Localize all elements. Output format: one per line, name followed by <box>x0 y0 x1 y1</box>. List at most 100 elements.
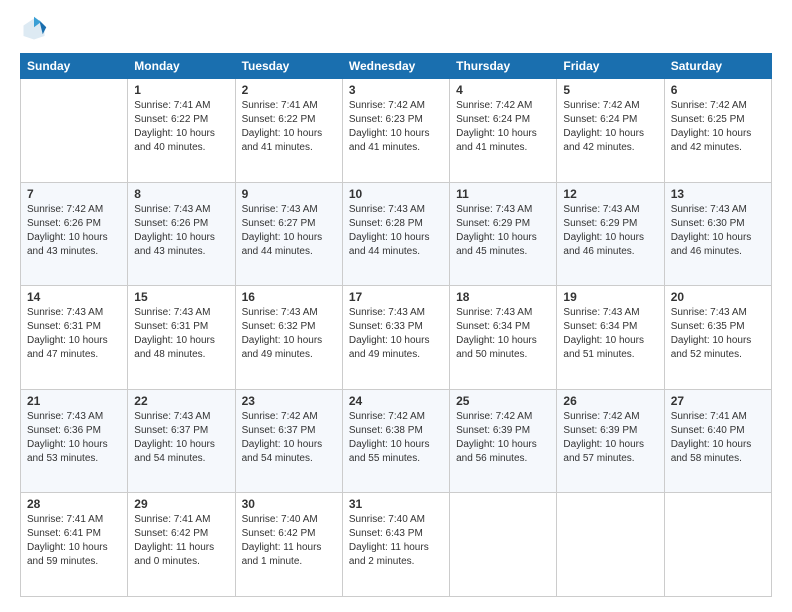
calendar-cell: 16 Sunrise: 7:43 AM Sunset: 6:32 PM Dayli… <box>235 286 342 390</box>
day-info: Sunrise: 7:42 AM Sunset: 6:39 PM Dayligh… <box>456 410 550 466</box>
day-info: Sunrise: 7:41 AM Sunset: 6:41 PM Dayligh… <box>27 513 121 569</box>
day-info: Sunrise: 7:41 AM Sunset: 6:22 PM Dayligh… <box>242 99 336 155</box>
day-info: Sunrise: 7:42 AM Sunset: 6:25 PM Dayligh… <box>671 99 765 155</box>
calendar-week-1: 1 Sunrise: 7:41 AM Sunset: 6:22 PM Daylig… <box>21 79 772 183</box>
calendar-cell: 24Sunrise: 7:42 AM Sunset: 6:38 PM Dayli… <box>342 389 449 493</box>
day-info: Sunrise: 7:42 AM Sunset: 6:24 PM Dayligh… <box>563 99 657 155</box>
day-number: 6 <box>671 83 765 97</box>
day-info: Sunrise: 7:43 AM Sunset: 6:29 PM Dayligh… <box>563 203 657 259</box>
day-info: Sunrise: 7:43 AM Sunset: 6:27 PM Dayligh… <box>242 203 336 259</box>
day-number: 7 <box>27 187 121 201</box>
day-number: 2 <box>242 83 336 97</box>
calendar-cell: 1 Sunrise: 7:41 AM Sunset: 6:22 PM Daylig… <box>128 79 235 183</box>
weekday-header-wednesday: Wednesday <box>342 54 449 79</box>
calendar-cell: 19 Sunrise: 7:43 AM Sunset: 6:34 PM Dayli… <box>557 286 664 390</box>
day-info: Sunrise: 7:41 AM Sunset: 6:42 PM Dayligh… <box>134 513 228 569</box>
calendar-cell <box>450 493 557 597</box>
day-number: 9 <box>242 187 336 201</box>
day-info: Sunrise: 7:43 AM Sunset: 6:36 PM Dayligh… <box>27 410 121 466</box>
calendar-cell: 13 Sunrise: 7:43 AM Sunset: 6:30 PM Dayli… <box>664 182 771 286</box>
calendar-cell: 9 Sunrise: 7:43 AM Sunset: 6:27 PM Daylig… <box>235 182 342 286</box>
weekday-header-saturday: Saturday <box>664 54 771 79</box>
day-number: 30 <box>242 497 336 511</box>
calendar-cell: 25 Sunrise: 7:42 AM Sunset: 6:39 PM Dayli… <box>450 389 557 493</box>
calendar-cell: 18 Sunrise: 7:43 AM Sunset: 6:34 PM Dayli… <box>450 286 557 390</box>
calendar-week-5: 28 Sunrise: 7:41 AM Sunset: 6:41 PM Dayli… <box>21 493 772 597</box>
calendar-cell: 20Sunrise: 7:43 AM Sunset: 6:35 PM Dayli… <box>664 286 771 390</box>
page: SundayMondayTuesdayWednesdayThursdayFrid… <box>0 0 792 612</box>
day-number: 25 <box>456 394 550 408</box>
day-number: 5 <box>563 83 657 97</box>
day-number: 27 <box>671 394 765 408</box>
day-number: 1 <box>134 83 228 97</box>
day-info: Sunrise: 7:40 AM Sunset: 6:42 PM Dayligh… <box>242 513 336 569</box>
calendar-cell: 3Sunrise: 7:42 AM Sunset: 6:23 PM Daylig… <box>342 79 449 183</box>
day-info: Sunrise: 7:43 AM Sunset: 6:32 PM Dayligh… <box>242 306 336 362</box>
day-number: 29 <box>134 497 228 511</box>
calendar-cell: 10 Sunrise: 7:43 AM Sunset: 6:28 PM Dayli… <box>342 182 449 286</box>
day-number: 11 <box>456 187 550 201</box>
day-info: Sunrise: 7:42 AM Sunset: 6:37 PM Dayligh… <box>242 410 336 466</box>
calendar-cell: 29 Sunrise: 7:41 AM Sunset: 6:42 PM Dayli… <box>128 493 235 597</box>
day-info: Sunrise: 7:43 AM Sunset: 6:34 PM Dayligh… <box>456 306 550 362</box>
day-number: 26 <box>563 394 657 408</box>
calendar-cell: 2 Sunrise: 7:41 AM Sunset: 6:22 PM Daylig… <box>235 79 342 183</box>
day-number: 13 <box>671 187 765 201</box>
day-number: 15 <box>134 290 228 304</box>
day-info: Sunrise: 7:43 AM Sunset: 6:28 PM Dayligh… <box>349 203 443 259</box>
day-number: 20 <box>671 290 765 304</box>
day-number: 18 <box>456 290 550 304</box>
day-number: 10 <box>349 187 443 201</box>
day-info: Sunrise: 7:43 AM Sunset: 6:30 PM Dayligh… <box>671 203 765 259</box>
calendar-cell: 12 Sunrise: 7:43 AM Sunset: 6:29 PM Dayli… <box>557 182 664 286</box>
calendar-cell: 7 Sunrise: 7:42 AM Sunset: 6:26 PM Daylig… <box>21 182 128 286</box>
calendar-cell: 23 Sunrise: 7:42 AM Sunset: 6:37 PM Dayli… <box>235 389 342 493</box>
day-info: Sunrise: 7:42 AM Sunset: 6:24 PM Dayligh… <box>456 99 550 155</box>
day-info: Sunrise: 7:42 AM Sunset: 6:26 PM Dayligh… <box>27 203 121 259</box>
calendar-cell <box>21 79 128 183</box>
day-number: 8 <box>134 187 228 201</box>
logo-icon <box>20 15 48 43</box>
day-info: Sunrise: 7:41 AM Sunset: 6:40 PM Dayligh… <box>671 410 765 466</box>
weekday-header-monday: Monday <box>128 54 235 79</box>
day-info: Sunrise: 7:41 AM Sunset: 6:22 PM Dayligh… <box>134 99 228 155</box>
calendar-cell: 11 Sunrise: 7:43 AM Sunset: 6:29 PM Dayli… <box>450 182 557 286</box>
day-info: Sunrise: 7:43 AM Sunset: 6:31 PM Dayligh… <box>134 306 228 362</box>
day-number: 14 <box>27 290 121 304</box>
weekday-header-sunday: Sunday <box>21 54 128 79</box>
calendar-cell: 31 Sunrise: 7:40 AM Sunset: 6:43 PM Dayli… <box>342 493 449 597</box>
weekday-header-thursday: Thursday <box>450 54 557 79</box>
calendar-table: SundayMondayTuesdayWednesdayThursdayFrid… <box>20 53 772 597</box>
day-info: Sunrise: 7:43 AM Sunset: 6:29 PM Dayligh… <box>456 203 550 259</box>
day-number: 28 <box>27 497 121 511</box>
calendar-week-2: 7 Sunrise: 7:42 AM Sunset: 6:26 PM Daylig… <box>21 182 772 286</box>
day-number: 21 <box>27 394 121 408</box>
calendar-week-3: 14 Sunrise: 7:43 AM Sunset: 6:31 PM Dayli… <box>21 286 772 390</box>
day-info: Sunrise: 7:43 AM Sunset: 6:33 PM Dayligh… <box>349 306 443 362</box>
day-number: 12 <box>563 187 657 201</box>
day-number: 23 <box>242 394 336 408</box>
day-number: 16 <box>242 290 336 304</box>
day-number: 22 <box>134 394 228 408</box>
calendar-header-row: SundayMondayTuesdayWednesdayThursdayFrid… <box>21 54 772 79</box>
calendar-cell: 22 Sunrise: 7:43 AM Sunset: 6:37 PM Dayli… <box>128 389 235 493</box>
calendar-cell <box>664 493 771 597</box>
day-info: Sunrise: 7:43 AM Sunset: 6:31 PM Dayligh… <box>27 306 121 362</box>
day-info: Sunrise: 7:43 AM Sunset: 6:34 PM Dayligh… <box>563 306 657 362</box>
weekday-header-friday: Friday <box>557 54 664 79</box>
calendar-cell: 30 Sunrise: 7:40 AM Sunset: 6:42 PM Dayli… <box>235 493 342 597</box>
day-info: Sunrise: 7:42 AM Sunset: 6:23 PM Dayligh… <box>349 99 443 155</box>
calendar-cell: 6 Sunrise: 7:42 AM Sunset: 6:25 PM Daylig… <box>664 79 771 183</box>
day-number: 31 <box>349 497 443 511</box>
calendar-cell: 21 Sunrise: 7:43 AM Sunset: 6:36 PM Dayli… <box>21 389 128 493</box>
calendar-cell: 4 Sunrise: 7:42 AM Sunset: 6:24 PM Daylig… <box>450 79 557 183</box>
weekday-header-tuesday: Tuesday <box>235 54 342 79</box>
day-info: Sunrise: 7:43 AM Sunset: 6:37 PM Dayligh… <box>134 410 228 466</box>
day-info: Sunrise: 7:40 AM Sunset: 6:43 PM Dayligh… <box>349 513 443 569</box>
day-number: 19 <box>563 290 657 304</box>
calendar-cell: 8Sunrise: 7:43 AM Sunset: 6:26 PM Daylig… <box>128 182 235 286</box>
calendar-cell: 28 Sunrise: 7:41 AM Sunset: 6:41 PM Dayli… <box>21 493 128 597</box>
day-number: 4 <box>456 83 550 97</box>
calendar-cell: 17Sunrise: 7:43 AM Sunset: 6:33 PM Dayli… <box>342 286 449 390</box>
day-info: Sunrise: 7:42 AM Sunset: 6:39 PM Dayligh… <box>563 410 657 466</box>
